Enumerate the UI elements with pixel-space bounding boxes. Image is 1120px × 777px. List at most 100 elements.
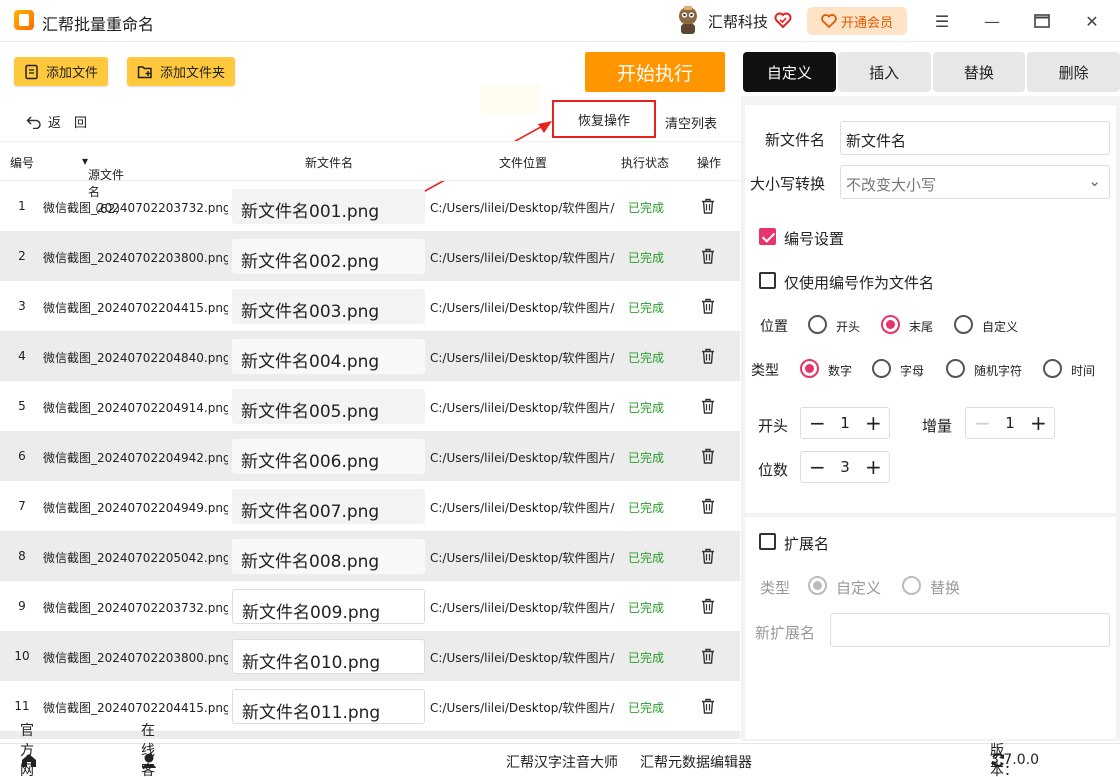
tab-insert[interactable]: 插入 (837, 52, 931, 92)
new-filename-field[interactable]: 新文件名001.png (232, 189, 425, 224)
new-filename-field[interactable]: 新文件名006.png (232, 439, 425, 474)
file-path: C:/Users/lilei/Desktop/软件图片/ (430, 651, 615, 665)
row-number: 1 (18, 199, 26, 213)
mode-tabs: 自定义 插入 替换 删除 (743, 52, 1120, 92)
type-random-radio[interactable] (946, 359, 965, 378)
tab-delete[interactable]: 删除 (1027, 52, 1120, 92)
vip-button[interactable]: 开通会员 (807, 7, 907, 35)
minus-icon[interactable]: − (809, 457, 826, 477)
trash-icon[interactable] (701, 198, 715, 214)
brand-mascot-icon (679, 6, 697, 34)
tab-replace[interactable]: 替换 (932, 52, 1026, 92)
trash-icon[interactable] (701, 398, 715, 414)
numbering-label: 编号设置 (784, 230, 845, 248)
only-number-checkbox[interactable] (759, 272, 776, 289)
row-number: 2 (18, 249, 26, 263)
new-filename-field[interactable]: 新文件名011.png (232, 689, 425, 724)
status-badge: 已完成 (628, 601, 665, 615)
source-filename: 微信截图_20240702203732.png (43, 201, 228, 215)
new-filename-field[interactable]: 新文件名008.png (232, 539, 425, 574)
add-folder-button[interactable]: 添加文件夹 (127, 57, 236, 86)
header-status: 执行状态 (621, 156, 670, 170)
new-filename-field[interactable]: 新文件名010.png (232, 639, 425, 674)
row-number: 5 (18, 399, 26, 413)
increment-value: 1 (1005, 414, 1015, 432)
row-number: 6 (18, 449, 26, 463)
service-link[interactable]: 在线客服 (141, 723, 157, 777)
header-src-sort[interactable]: ▾ 源文件名（62） (82, 154, 127, 216)
menu-icon[interactable]: ☰ (929, 8, 955, 34)
new-filename-field[interactable]: 新文件名007.png (232, 489, 425, 524)
trash-icon[interactable] (701, 548, 715, 564)
restore-button[interactable]: 恢复操作 (552, 100, 656, 138)
back-button[interactable]: 返 回 (26, 112, 87, 131)
table-row: 4 微信截图_20240702204840.png 新文件名004.png C:/Us… (0, 331, 740, 381)
source-filename: 微信截图_20240702203732.png (43, 601, 228, 615)
extension-checkbox[interactable] (759, 533, 776, 550)
status-badge: 已完成 (628, 651, 665, 665)
new-filename-field[interactable]: 新文件名009.png (232, 589, 425, 624)
type-time-radio[interactable] (1043, 359, 1062, 378)
plus-icon[interactable]: + (865, 413, 882, 433)
table-row: 10 微信截图_20240702203800.png 新文件名010.png C:/U… (0, 631, 740, 681)
trash-icon[interactable] (701, 598, 715, 614)
start-button[interactable]: 开始执行 (585, 52, 725, 92)
digits-stepper[interactable]: − 3 + (800, 451, 890, 483)
website-link[interactable]: 官方网站 (20, 723, 38, 777)
maximize-icon[interactable] (1029, 8, 1055, 34)
minimize-icon[interactable]: — (979, 8, 1005, 34)
ext-custom-radio[interactable] (808, 576, 827, 595)
new-filename-field[interactable]: 新文件名005.png (232, 389, 425, 424)
minus-icon[interactable]: − (809, 413, 826, 433)
trash-icon[interactable] (701, 498, 715, 514)
new-filename-field[interactable]: 新文件名004.png (232, 339, 425, 374)
increment-stepper[interactable]: − 1 + (965, 407, 1055, 439)
type-number-label: 数字 (828, 364, 853, 378)
trash-icon[interactable] (701, 248, 715, 264)
ext-type-label: 类型 (760, 579, 791, 597)
type-number-radio[interactable] (800, 359, 819, 378)
table-row: 7 微信截图_20240702204949.png 新文件名007.png C:/Us… (0, 481, 740, 531)
clear-list-button[interactable]: 清空列表 (665, 113, 717, 132)
position-start-radio[interactable] (808, 315, 827, 334)
close-icon[interactable]: ✕ (1079, 8, 1105, 34)
start-stepper[interactable]: − 1 + (800, 407, 890, 439)
header-path: 文件位置 (499, 156, 548, 170)
new-ext-input[interactable] (830, 613, 1110, 647)
trash-icon[interactable] (701, 698, 715, 714)
digits-label: 位数 (758, 461, 789, 479)
source-filename: 微信截图_20240702204914.png (43, 401, 228, 415)
trash-icon[interactable] (701, 348, 715, 364)
add-file-button[interactable]: 添加文件 (14, 57, 109, 86)
plus-icon[interactable]: + (1030, 413, 1047, 433)
source-filename: 微信截图_20240702204942.png (43, 451, 228, 465)
source-filename: 微信截图_20240702203800.png (43, 251, 228, 265)
numbering-checkbox[interactable] (759, 228, 776, 245)
file-icon (25, 64, 38, 79)
new-name-input[interactable]: 新文件名 (840, 121, 1110, 155)
plus-icon[interactable]: + (865, 457, 882, 477)
footer-link-1[interactable]: 汇帮汉字注音大师 (506, 752, 618, 772)
footer-link-2[interactable]: 汇帮元数据编辑器 (640, 752, 752, 772)
trash-icon[interactable] (701, 648, 715, 664)
increment-label: 增量 (922, 417, 953, 435)
table-row: 3 微信截图_20240702204415.png 新文件名003.png C:/Us… (0, 281, 740, 331)
ext-replace-radio[interactable] (902, 576, 921, 595)
file-path: C:/Users/lilei/Desktop/软件图片/ (430, 301, 615, 315)
minus-icon[interactable]: − (974, 413, 991, 433)
position-end-radio[interactable] (881, 315, 900, 334)
position-custom-radio[interactable] (954, 315, 973, 334)
ext-custom-label: 自定义 (836, 579, 882, 597)
tab-custom[interactable]: 自定义 (743, 52, 836, 92)
trash-icon[interactable] (701, 298, 715, 314)
version-value: 3.7.0.0 (990, 752, 1039, 768)
type-letter-radio[interactable] (872, 359, 891, 378)
new-filename-field[interactable]: 新文件名003.png (232, 289, 425, 324)
vip-heart-icon (821, 14, 837, 28)
new-filename-field[interactable]: 新文件名002.png (232, 239, 425, 274)
case-label: 大小写转换 (750, 175, 826, 193)
trash-icon[interactable] (701, 448, 715, 464)
row-number: 9 (18, 599, 26, 613)
status-badge: 已完成 (628, 401, 665, 415)
case-select[interactable]: 不改变大小写 ⌄ (840, 165, 1110, 199)
